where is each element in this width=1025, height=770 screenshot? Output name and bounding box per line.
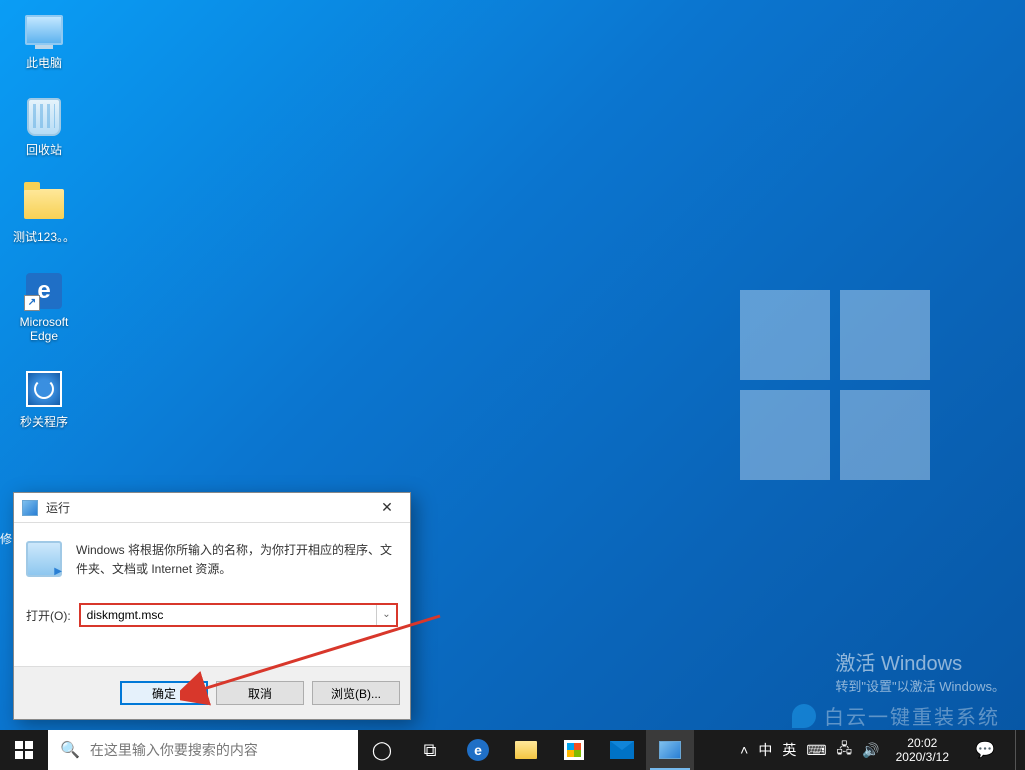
clock-date: 2020/3/12 xyxy=(896,750,949,764)
brand-watermark: 白云一键重装系统 xyxy=(792,701,1000,730)
action-center-button[interactable]: 💬 xyxy=(965,740,1005,760)
search-icon: 🔍 xyxy=(60,740,80,760)
folder-icon xyxy=(24,189,64,219)
tray-overflow-icon[interactable]: ˄ xyxy=(740,742,748,758)
start-button[interactable] xyxy=(0,730,48,770)
cancel-button[interactable]: 取消 xyxy=(216,681,304,705)
desktop-icon-shutdown[interactable]: 秒关程序 xyxy=(8,369,80,430)
taskbar-clock[interactable]: 20:02 2020/3/12 xyxy=(890,736,955,765)
run-titlebar[interactable]: 运行 ✕ xyxy=(14,493,410,523)
taskbar-app-run[interactable] xyxy=(646,730,694,770)
desktop-icon-label: 修 xyxy=(0,530,12,547)
run-dialog-icon xyxy=(26,541,62,577)
run-description: Windows 将根据你所输入的名称，为你打开相应的程序、文件夹、文档或 Int… xyxy=(76,541,398,579)
recycle-bin-icon xyxy=(27,98,61,136)
desktop-icon-this-pc[interactable]: 此电脑 xyxy=(8,10,80,71)
ime-indicator[interactable]: 中 xyxy=(758,740,772,760)
close-button[interactable]: ✕ xyxy=(364,493,410,523)
ok-button[interactable]: 确定 xyxy=(120,681,208,705)
bird-icon xyxy=(792,704,816,728)
ime-lang-indicator[interactable]: 英 xyxy=(782,740,796,760)
ime-mode-indicator[interactable]: ⌨ xyxy=(806,742,826,759)
taskbar: 🔍 在这里输入你要搜索的内容 ◯ ⧉ e ˄ 中 英 ⌨ 🖧 xyxy=(0,730,1025,770)
browse-button[interactable]: 浏览(B)... xyxy=(312,681,400,705)
close-icon: ✕ xyxy=(381,499,393,516)
show-desktop-button[interactable] xyxy=(1015,730,1021,770)
desktop-icon-label: 此电脑 xyxy=(26,54,62,71)
desktop-icons: 此电脑 回收站 测试123。。 e Microsoft Edge 秒关程序 xyxy=(8,10,80,430)
system-tray: ˄ 中 英 ⌨ 🖧 🔊 20:02 2020/3/12 💬 xyxy=(740,730,1025,770)
run-button-row: 确定 取消 浏览(B)... xyxy=(14,666,410,719)
windows-logo-icon xyxy=(15,741,33,759)
notification-icon: 💬 xyxy=(975,740,995,760)
task-view-button[interactable]: ⧉ xyxy=(406,730,454,770)
watermark-subtitle: 转到"设置"以激活 Windows。 xyxy=(835,676,1005,695)
run-dialog: 运行 ✕ Windows 将根据你所输入的名称，为你打开相应的程序、文件夹、文档… xyxy=(13,492,411,720)
run-icon xyxy=(659,741,681,759)
desktop-icon-edge[interactable]: e Microsoft Edge xyxy=(8,271,80,343)
clock-time: 20:02 xyxy=(896,736,949,750)
computer-icon xyxy=(25,15,63,45)
taskbar-search[interactable]: 🔍 在这里输入你要搜索的内容 xyxy=(48,730,358,770)
taskbar-app-store[interactable] xyxy=(550,730,598,770)
run-title: 运行 xyxy=(46,499,70,516)
chevron-down-icon[interactable]: ⌄ xyxy=(376,605,396,625)
volume-icon[interactable]: 🔊 xyxy=(862,742,879,759)
desktop-icon-label: 秒关程序 xyxy=(20,413,68,430)
taskbar-app-edge[interactable]: e xyxy=(454,730,502,770)
desktop-icon-label: Microsoft Edge xyxy=(8,315,80,343)
task-view-icon: ⧉ xyxy=(424,740,437,761)
search-placeholder: 在这里输入你要搜索的内容 xyxy=(90,740,258,760)
edge-icon: e xyxy=(467,739,489,761)
open-label: 打开(O): xyxy=(26,607,71,624)
desktop[interactable]: 此电脑 回收站 测试123。。 e Microsoft Edge 秒关程序 修 … xyxy=(0,0,1025,770)
run-input[interactable] xyxy=(81,605,376,625)
desktop-icon-test-folder[interactable]: 测试123。。 xyxy=(8,184,80,245)
power-icon xyxy=(26,371,62,407)
edge-icon: e xyxy=(26,273,62,309)
taskbar-app-mail[interactable] xyxy=(598,730,646,770)
watermark-title: 激活 Windows xyxy=(835,647,1005,676)
cortana-button[interactable]: ◯ xyxy=(358,730,406,770)
windows-logo-backdrop xyxy=(740,290,930,480)
activation-watermark: 激活 Windows 转到"设置"以激活 Windows。 xyxy=(835,647,1005,695)
run-body: Windows 将根据你所输入的名称，为你打开相应的程序、文件夹、文档或 Int… xyxy=(14,523,410,666)
run-combobox[interactable]: ⌄ xyxy=(79,603,398,627)
folder-icon xyxy=(515,741,537,759)
desktop-icon-label: 回收站 xyxy=(26,141,62,158)
run-app-icon xyxy=(22,500,38,516)
desktop-icon-label: 测试123。。 xyxy=(13,228,75,245)
store-icon xyxy=(564,740,584,760)
network-icon[interactable]: 🖧 xyxy=(837,738,853,762)
desktop-icon-recycle-bin[interactable]: 回收站 xyxy=(8,97,80,158)
mail-icon xyxy=(610,741,634,759)
cortana-icon: ◯ xyxy=(372,740,392,761)
taskbar-app-explorer[interactable] xyxy=(502,730,550,770)
